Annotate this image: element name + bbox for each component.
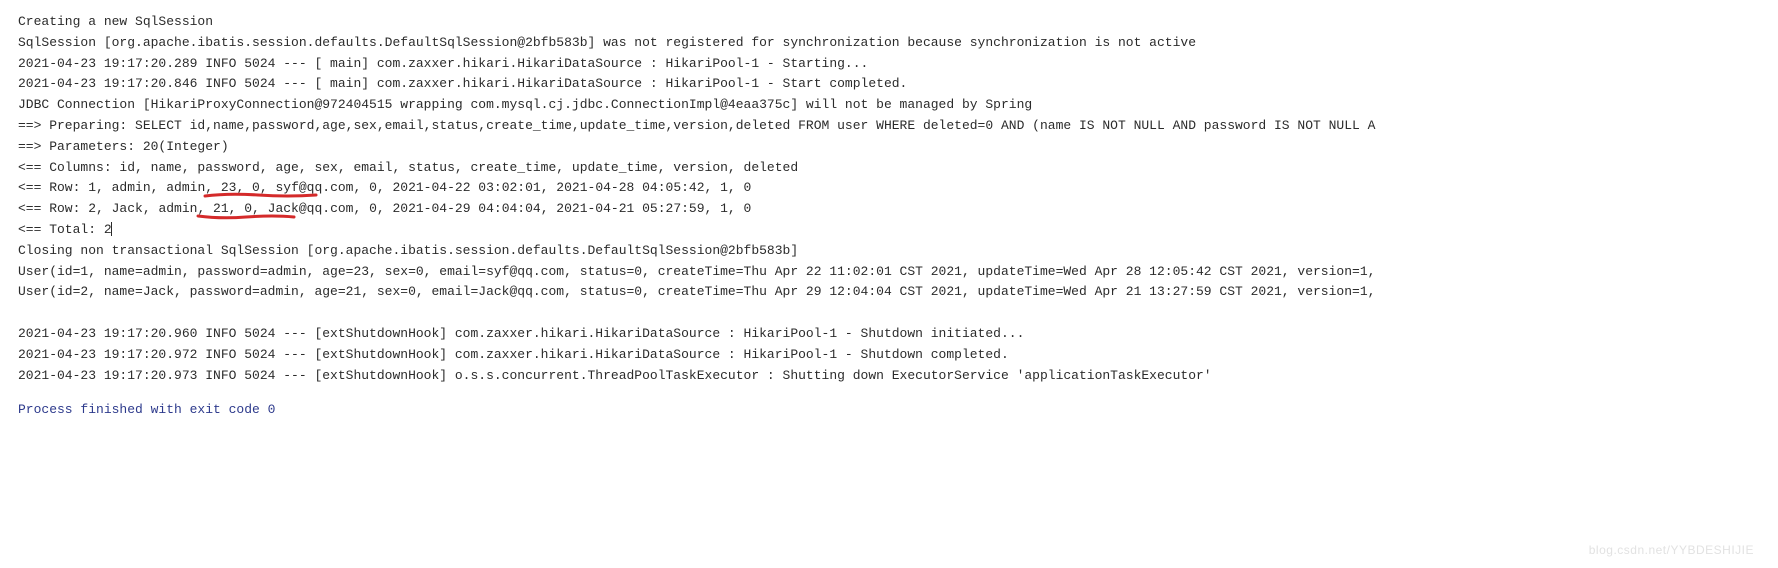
log-line: <== Columns: id, name, password, age, se… — [18, 158, 1760, 179]
row-text: 0, Jack@qq.com, 0, 2021-04-29 04:04:04, … — [236, 201, 751, 216]
log-row-2: <== Row: 2, Jack, admin, 21, 0, Jack@qq.… — [18, 199, 1760, 220]
row-text: <== Row: 2, Jack, — [18, 201, 158, 216]
log-line: JDBC Connection [HikariProxyConnection@9… — [18, 95, 1760, 116]
watermark-text: blog.csdn.net/YYBDESHIJIE — [1589, 541, 1754, 560]
log-line: Creating a new SqlSession — [18, 12, 1760, 33]
log-line: 2021-04-23 19:17:20.846 INFO 5024 --- [ … — [18, 74, 1760, 95]
log-total: <== Total: 2 — [18, 220, 1760, 241]
process-exit-line: Process finished with exit code 0 — [18, 400, 1760, 421]
log-line: 2021-04-23 19:17:20.960 INFO 5024 --- [e… — [18, 324, 1760, 345]
log-line: 2021-04-23 19:17:20.973 INFO 5024 --- [e… — [18, 366, 1760, 387]
log-line: User(id=2, name=Jack, password=admin, ag… — [18, 282, 1760, 303]
row-text: , syf@qq.com, 0, 2021-04-22 03:02:01, 20… — [260, 180, 751, 195]
log-line: SqlSession [org.apache.ibatis.session.de… — [18, 33, 1760, 54]
row-highlight-text: admin, 23, 0 — [166, 180, 260, 195]
log-line: ==> Parameters: 20(Integer) — [18, 137, 1760, 158]
log-row-1: <== Row: 1, admin, admin, 23, 0, syf@qq.… — [18, 178, 1760, 199]
log-line: Closing non transactional SqlSession [or… — [18, 241, 1760, 262]
console-output: Creating a new SqlSession SqlSession [or… — [18, 12, 1760, 421]
text-cursor — [111, 222, 112, 236]
log-line: ==> Preparing: SELECT id,name,password,a… — [18, 116, 1760, 137]
log-line: 2021-04-23 19:17:20.289 INFO 5024 --- [ … — [18, 54, 1760, 75]
row-highlight-text: admin, 21, — [158, 201, 236, 216]
log-line: 2021-04-23 19:17:20.972 INFO 5024 --- [e… — [18, 345, 1760, 366]
total-text: <== Total: 2 — [18, 222, 112, 237]
log-line: User(id=1, name=admin, password=admin, a… — [18, 262, 1760, 283]
blank-line — [18, 303, 1760, 324]
row-text: <== Row: 1, admin, — [18, 180, 166, 195]
